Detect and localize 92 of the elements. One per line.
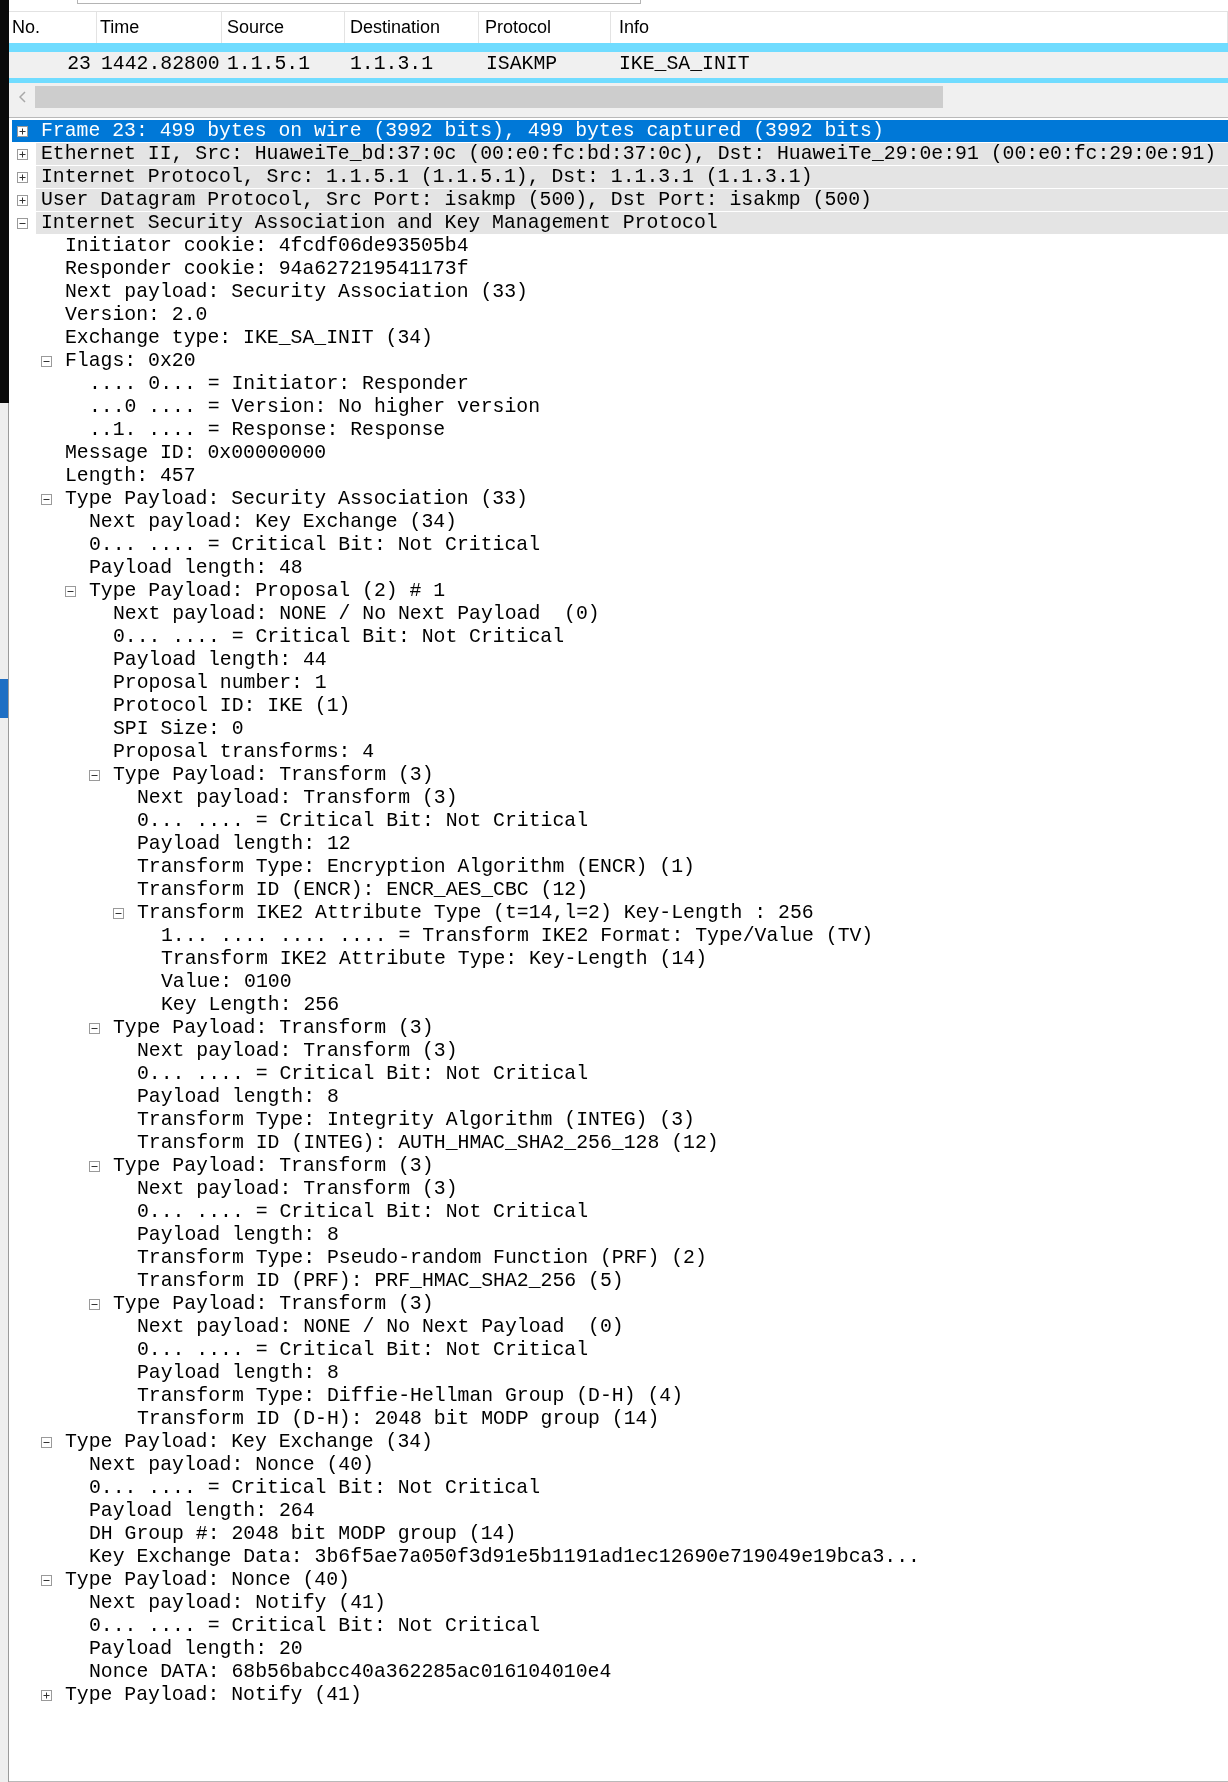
table-cell-text: 1442.82800 xyxy=(100,52,220,78)
tree-item[interactable]: 0... .... = Critical Bit: Not Critical xyxy=(108,810,595,832)
tree-item[interactable]: 0... .... = Critical Bit: Not Critical xyxy=(60,534,547,556)
collapse-icon[interactable] xyxy=(89,1022,100,1034)
collapse-icon[interactable] xyxy=(89,769,100,781)
expand-icon[interactable] xyxy=(17,194,28,206)
tree-item[interactable]: Transform Type: Integrity Algorithm (INTEG) (3) xyxy=(108,1109,701,1131)
tree-item[interactable]: Initiator cookie: 4fcdf06de93505b4 xyxy=(36,235,475,257)
scrollbar-thumb[interactable] xyxy=(35,86,943,108)
tree-item[interactable]: Payload length: 8 xyxy=(108,1086,345,1108)
table-cell-text: ISAKMP xyxy=(485,52,558,78)
tree-item[interactable]: Payload length: 264 xyxy=(60,1500,321,1522)
tree-item[interactable]: Key Length: 256 xyxy=(132,994,346,1016)
tree-item[interactable]: Payload length: 20 xyxy=(60,1638,309,1660)
tree-item[interactable]: Transform Type: Pseudo-random Function (PRF) (2) xyxy=(108,1247,713,1269)
collapse-icon[interactable] xyxy=(113,907,124,919)
tree-item[interactable]: Next payload: Transform (3) xyxy=(108,787,464,809)
collapse-icon[interactable] xyxy=(41,355,52,367)
tree-item[interactable]: 0... .... = Critical Bit: Not Critical xyxy=(108,1063,595,1085)
collapse-icon[interactable] xyxy=(17,217,28,229)
table-cell-text: 23 xyxy=(67,52,92,78)
tree-item[interactable]: Type Payload: Transform (3) xyxy=(84,1155,440,1177)
expand-icon[interactable] xyxy=(17,171,28,183)
tree-item[interactable]: .... 0... = Initiator: Responder xyxy=(60,373,475,395)
tree-item[interactable]: 0... .... = Critical Bit: Not Critical xyxy=(84,626,571,648)
tree-item[interactable]: ..1. .... = Response: Response xyxy=(60,419,452,441)
tree-item[interactable]: Protocol ID: IKE (1) xyxy=(84,695,357,717)
tree-item[interactable]: Type Payload: Key Exchange (34) xyxy=(36,1431,439,1453)
tree-item[interactable]: Proposal number: 1 xyxy=(84,672,333,694)
tree-item[interactable]: Type Payload: Security Association (33) xyxy=(36,488,534,510)
tree-item[interactable]: Next payload: Transform (3) xyxy=(108,1040,464,1062)
tree-item[interactable]: Version: 2.0 xyxy=(36,304,214,326)
tree-item[interactable]: Proposal transforms: 4 xyxy=(84,741,381,763)
tree-item[interactable]: Nonce DATA: 68b56babcc40a362285ac016104010e4 xyxy=(60,1661,618,1683)
tree-item[interactable]: Next payload: Nonce (40) xyxy=(60,1454,380,1476)
tree-item[interactable]: DH Group #: 2048 bit MODP group (14) xyxy=(60,1523,523,1545)
tree-item[interactable]: Next payload: Security Association (33) xyxy=(36,281,534,303)
expand-icon[interactable] xyxy=(17,125,28,137)
tree-item[interactable]: Next payload: Transform (3) xyxy=(108,1178,464,1200)
tree-item[interactable]: Transform IKE2 Attribute Type: Key-Length (14) xyxy=(132,948,714,970)
tree-item[interactable]: Value: 0100 xyxy=(132,971,298,993)
tree-item[interactable]: Next payload: Key Exchange (34) xyxy=(60,511,463,533)
tree-item[interactable]: Transform IKE2 Attribute Type (t=14,l=2) Key-Length : 256 xyxy=(108,902,820,924)
tree-item[interactable]: Length: 457 xyxy=(36,465,202,487)
collapse-icon[interactable] xyxy=(89,1298,100,1310)
tree-item[interactable]: Type Payload: Transform (3) xyxy=(84,1017,440,1039)
expand-icon[interactable] xyxy=(41,1689,52,1701)
tree-item[interactable]: Payload length: 8 xyxy=(108,1362,345,1384)
tree-item[interactable]: Frame 23: 499 bytes on wire (3992 bits), 499 bytes captured (3992 bits) xyxy=(12,120,1228,142)
input-field[interactable] xyxy=(77,0,641,4)
tree-item[interactable]: Transform ID (D-H): 2048 bit MODP group (14) xyxy=(108,1408,666,1430)
tree-item[interactable]: Transform Type: Encryption Algorithm (ENCR) (1) xyxy=(108,856,701,878)
tree-item[interactable]: Exchange type: IKE_SA_INIT (34) xyxy=(36,327,439,349)
tree-item[interactable]: Next payload: Notify (41) xyxy=(60,1592,392,1614)
tree-item[interactable]: SPI Size: 0 xyxy=(84,718,250,740)
table-cell-text: 1.1.5.1 xyxy=(226,52,311,78)
collapse-icon[interactable] xyxy=(41,1436,52,1448)
tree-item[interactable]: Key Exchange Data: 3b6f5ae7a050f3d91e5b1191ad1ec12690e719049e19bca3... xyxy=(60,1546,926,1568)
tree-item[interactable]: Transform ID (ENCR): ENCR_AES_CBC (12) xyxy=(108,879,595,901)
tree-item[interactable]: Next payload: NONE / No Next Payload (0) xyxy=(108,1316,630,1338)
collapse-icon[interactable] xyxy=(89,1160,100,1172)
collapse-icon[interactable] xyxy=(41,493,52,505)
tree-item[interactable]: 0... .... = Critical Bit: Not Critical xyxy=(60,1477,547,1499)
tree-item[interactable]: 0... .... = Critical Bit: Not Critical xyxy=(60,1615,547,1637)
tree-item[interactable]: 1... .... .... .... = Transform IKE2 Format: Type/Value (TV) xyxy=(132,925,880,947)
tree-item[interactable]: ...0 .... = Version: No higher version xyxy=(60,396,547,418)
tree-item[interactable]: Type Payload: Nonce (40) xyxy=(36,1569,356,1591)
tree-item[interactable]: Transform ID (PRF): PRF_HMAC_SHA2_256 (5) xyxy=(108,1270,630,1292)
tree-item[interactable]: Type Payload: Notify (41) xyxy=(36,1684,368,1706)
tree-item[interactable]: Type Payload: Proposal (2) # 1 xyxy=(60,580,452,602)
tree-item[interactable]: Type Payload: Transform (3) xyxy=(84,764,440,786)
collapse-icon[interactable] xyxy=(65,585,76,597)
tree-item[interactable]: Payload length: 12 xyxy=(108,833,357,855)
tree-item[interactable]: Type Payload: Transform (3) xyxy=(84,1293,440,1315)
table-cell-text: 1.1.3.1 xyxy=(349,52,434,78)
tree-item[interactable]: Message ID: 0x00000000 xyxy=(36,442,333,464)
horizontal-scrollbar[interactable] xyxy=(9,83,1228,117)
tree-item[interactable]: Next payload: NONE / No Next Payload (0) xyxy=(84,603,606,625)
tree-item[interactable]: Payload length: 44 xyxy=(84,649,333,671)
tree-item[interactable]: 0... .... = Critical Bit: Not Critical xyxy=(108,1339,595,1361)
tree-item[interactable]: Payload length: 8 xyxy=(108,1224,345,1246)
table-cell-text: IKE_SA_INIT xyxy=(618,52,750,78)
tree-item[interactable]: Transform ID (INTEG): AUTH_HMAC_SHA2_256_128 (12) xyxy=(108,1132,725,1154)
tree-item[interactable]: Responder cookie: 94a627219541173f xyxy=(36,258,475,280)
collapse-icon[interactable] xyxy=(41,1574,52,1586)
expand-icon[interactable] xyxy=(17,148,28,160)
column-header[interactable]: Time xyxy=(97,12,222,43)
tree-item[interactable]: 0... .... = Critical Bit: Not Critical xyxy=(108,1201,595,1223)
packet-row[interactable]: 23 1442.82800 1.1.5.1 1.1.3.1 ISAKMP IKE_SA_INIT xyxy=(9,52,1228,78)
tree-item[interactable]: Payload length: 48 xyxy=(60,557,309,579)
tree-item[interactable]: Flags: 0x20 xyxy=(36,350,202,372)
tree-item[interactable]: Transform Type: Diffie-Hellman Group (D-H) (4) xyxy=(108,1385,690,1407)
